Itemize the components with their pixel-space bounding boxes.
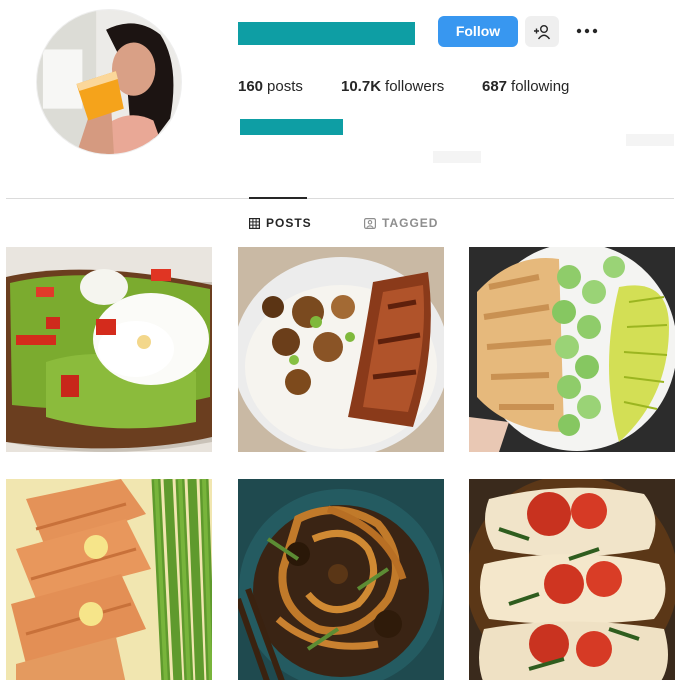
tabs-divider (6, 198, 674, 199)
post-thumbnail[interactable] (6, 247, 212, 452)
faint-artifact (626, 134, 674, 146)
grid-icon (249, 217, 260, 229)
active-tab-indicator (249, 197, 307, 199)
posts-stat: 160 posts (238, 78, 303, 95)
tab-posts[interactable]: POSTS (249, 215, 312, 231)
followers-label: followers (385, 78, 445, 95)
posts-label: posts (267, 78, 303, 95)
more-options-button[interactable] (574, 18, 600, 44)
faint-artifact (433, 151, 481, 163)
post-thumbnail[interactable] (238, 479, 444, 680)
followers-count: 10.7K (341, 78, 382, 95)
username-redacted (238, 22, 415, 45)
follow-button[interactable]: Follow (438, 16, 518, 47)
post-thumbnail[interactable] (6, 479, 212, 680)
posts-count: 160 (238, 78, 264, 95)
followers-stat[interactable]: 10.7K followers (341, 78, 444, 95)
tab-tagged-label: TAGGED (382, 216, 439, 230)
display-name-redacted (240, 119, 343, 135)
post-thumbnail[interactable] (469, 479, 675, 680)
profile-page: Follow 160 posts 10.7K followers 687 follow… (0, 0, 680, 680)
post-thumbnail[interactable] (238, 247, 444, 452)
following-count: 687 (482, 78, 508, 95)
tab-tagged[interactable]: TAGGED (364, 215, 438, 231)
following-stat[interactable]: 687 following (482, 78, 569, 95)
add-person-icon (534, 24, 551, 39)
tab-posts-label: POSTS (266, 216, 312, 230)
post-thumbnail[interactable] (469, 247, 675, 452)
profile-avatar[interactable] (36, 9, 182, 155)
tag-icon (364, 217, 376, 229)
following-label: following (511, 78, 570, 95)
suggest-similar-button[interactable] (525, 16, 559, 47)
more-dots-icon (576, 28, 598, 34)
